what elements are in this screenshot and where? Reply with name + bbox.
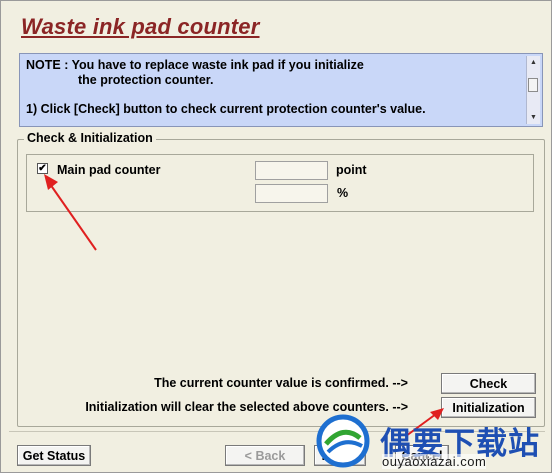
scroll-down-icon[interactable]: ▼: [527, 111, 540, 124]
get-status-button[interactable]: Get Status: [17, 445, 91, 466]
percent-unit-label: %: [337, 186, 349, 200]
watermark: 偶要下载站 ouyaoxiazai.com: [308, 410, 552, 473]
watermark-url: ouyaoxiazai.com: [382, 454, 487, 469]
note-text: NOTE : You have to replace waste ink pad…: [26, 58, 426, 117]
note-line-3: 1) Click [Check] button to check current…: [26, 102, 426, 116]
check-button[interactable]: Check: [441, 373, 536, 394]
confirm-description: The current counter value is confirmed. …: [154, 376, 408, 390]
note-line-2: the protection counter.: [78, 73, 214, 87]
page-title: Waste ink pad counter: [21, 14, 260, 39]
point-value-field: [255, 161, 328, 180]
note-line-1: NOTE : You have to replace waste ink pad…: [26, 58, 364, 72]
dialog-window: Waste ink pad counter NOTE : You have to…: [0, 0, 552, 473]
point-unit-label: point: [336, 163, 367, 177]
group-label: Check & Initialization: [24, 131, 156, 145]
back-button[interactable]: < Back: [225, 445, 305, 466]
note-panel: NOTE : You have to replace waste ink pad…: [19, 53, 543, 127]
note-scrollbar[interactable]: ▲ ▼: [526, 56, 540, 124]
watermark-logo-icon: [316, 414, 370, 468]
scroll-up-icon[interactable]: ▲: [527, 56, 540, 69]
percent-value-field: [255, 184, 328, 203]
counter-panel: ✔ Main pad counter point %: [26, 154, 534, 212]
main-pad-label: Main pad counter: [57, 163, 161, 177]
scroll-thumb[interactable]: [528, 78, 538, 92]
check-init-group: Check & Initialization ✔ Main pad counte…: [17, 131, 545, 427]
main-pad-checkbox[interactable]: ✔: [37, 163, 48, 174]
